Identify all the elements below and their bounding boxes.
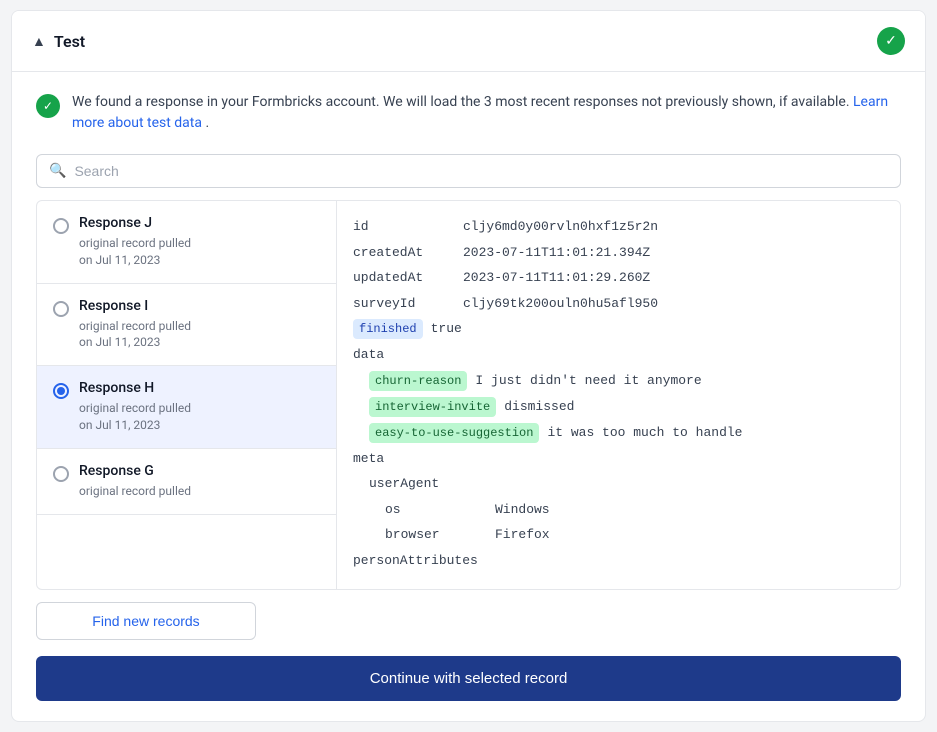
- data-key-badge: churn-reason: [369, 371, 467, 391]
- response-date-response-g: original record pulled: [79, 483, 320, 500]
- data-key: meta: [353, 449, 463, 469]
- data-row: idcljy6md0y00rvln0hxf1z5r2n: [353, 217, 884, 237]
- data-row: updatedAt2023-07-11T11:01:29.260Z: [353, 268, 884, 288]
- data-value: Windows: [495, 500, 884, 520]
- data-key-badge: finished: [353, 319, 423, 339]
- search-input[interactable]: [74, 163, 888, 179]
- data-key: userAgent: [369, 474, 479, 494]
- data-row: browserFirefox: [353, 525, 884, 545]
- data-row: churn-reason I just didn't need it anymor…: [353, 371, 884, 391]
- response-name-response-i: Response I: [79, 298, 320, 314]
- response-date-response-i: original record pulled on Jul 11, 2023: [79, 318, 320, 352]
- data-value: 2023-07-11T11:01:21.394Z: [463, 243, 884, 263]
- data-key: data: [353, 345, 463, 365]
- continue-container: Continue with selected record: [12, 640, 925, 721]
- data-row: meta: [353, 449, 884, 469]
- data-key: personAttributes: [353, 551, 478, 571]
- response-info-response-h: Response H original record pulled on Jul …: [79, 380, 320, 434]
- data-row: data: [353, 345, 884, 365]
- data-key: updatedAt: [353, 268, 463, 288]
- data-value: dismissed: [504, 397, 884, 417]
- search-icon: 🔍: [49, 163, 66, 179]
- response-info-response-j: Response J original record pulled on Jul …: [79, 215, 320, 269]
- response-date-response-h: original record pulled on Jul 11, 2023: [79, 400, 320, 434]
- info-banner: ✓ We found a response in your Formbricks…: [12, 72, 925, 154]
- main-container: ▲ Test ✓ ✓ We found a response in your F…: [11, 10, 926, 722]
- info-check-icon: ✓: [36, 94, 60, 118]
- data-row: userAgent: [353, 474, 884, 494]
- data-value: cljy6md0y00rvln0hxf1z5r2n: [463, 217, 884, 237]
- response-info-response-i: Response I original record pulled on Jul …: [79, 298, 320, 352]
- data-value: 2023-07-11T11:01:29.260Z: [463, 268, 884, 288]
- response-name-response-g: Response G: [79, 463, 320, 479]
- data-panel: idcljy6md0y00rvln0hxf1z5r2ncreatedAt2023…: [337, 201, 900, 589]
- header-left: ▲ Test: [32, 32, 85, 51]
- data-row: surveyIdcljy69tk200ouln0hu5afl950: [353, 294, 884, 314]
- chevron-icon[interactable]: ▲: [32, 33, 46, 50]
- main-panel: Response J original record pulled on Jul …: [36, 200, 901, 590]
- radio-response-g[interactable]: [53, 466, 69, 482]
- section-header: ▲ Test ✓: [12, 11, 925, 72]
- find-records-container: Find new records: [12, 590, 925, 640]
- radio-response-i[interactable]: [53, 301, 69, 317]
- response-date-response-j: original record pulled on Jul 11, 2023: [79, 235, 320, 269]
- response-name-response-j: Response J: [79, 215, 320, 231]
- data-key: browser: [385, 525, 495, 545]
- continue-button[interactable]: Continue with selected record: [36, 656, 901, 701]
- data-key-badge: easy-to-use-suggestion: [369, 423, 539, 443]
- section-title: Test: [54, 32, 85, 51]
- data-row: interview-invite dismissed: [353, 397, 884, 417]
- data-key: os: [385, 500, 495, 520]
- search-container: 🔍: [12, 154, 925, 200]
- response-item-response-h[interactable]: Response H original record pulled on Jul …: [37, 366, 336, 449]
- info-text: We found a response in your Formbricks a…: [72, 92, 901, 134]
- data-key: id: [353, 217, 463, 237]
- data-key: createdAt: [353, 243, 463, 263]
- success-check-icon: ✓: [877, 27, 905, 55]
- data-row: createdAt2023-07-11T11:01:21.394Z: [353, 243, 884, 263]
- data-row: personAttributes: [353, 551, 884, 571]
- data-value: it was too much to handle: [547, 423, 884, 443]
- data-value: cljy69tk200ouln0hu5afl950: [463, 294, 884, 314]
- data-value: true: [431, 319, 884, 339]
- data-row: easy-to-use-suggestion it was too much to…: [353, 423, 884, 443]
- radio-response-j[interactable]: [53, 218, 69, 234]
- data-row: finished true: [353, 319, 884, 339]
- response-item-response-i[interactable]: Response I original record pulled on Jul …: [37, 284, 336, 367]
- data-row: osWindows: [353, 500, 884, 520]
- response-item-response-j[interactable]: Response J original record pulled on Jul …: [37, 201, 336, 284]
- response-name-response-h: Response H: [79, 380, 320, 396]
- data-key: surveyId: [353, 294, 463, 314]
- response-info-response-g: Response G original record pulled: [79, 463, 320, 500]
- search-box: 🔍: [36, 154, 901, 188]
- data-value: I just didn't need it anymore: [475, 371, 884, 391]
- data-key-badge: interview-invite: [369, 397, 496, 417]
- data-value: Firefox: [495, 525, 884, 545]
- radio-response-h[interactable]: [53, 383, 69, 399]
- response-item-response-g[interactable]: Response G original record pulled: [37, 449, 336, 515]
- find-records-button[interactable]: Find new records: [36, 602, 256, 640]
- responses-panel: Response J original record pulled on Jul …: [37, 201, 337, 589]
